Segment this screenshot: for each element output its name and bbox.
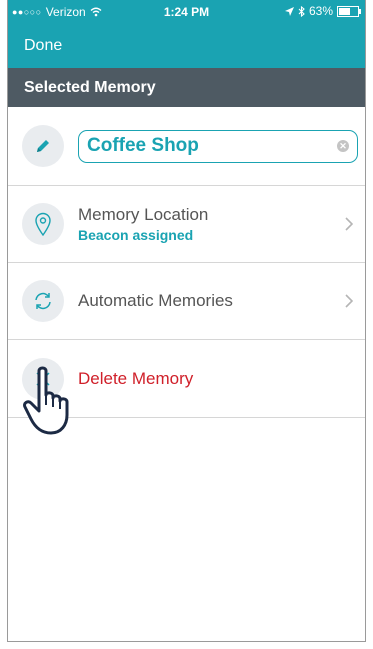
- memory-location-title: Memory Location: [78, 205, 209, 224]
- pencil-icon-circle: [22, 125, 64, 167]
- tap-hand-icon: [23, 366, 69, 435]
- battery-percent: 63%: [308, 4, 333, 18]
- section-header: Selected Memory: [8, 68, 365, 107]
- app-screen: ●●○○○ Verizon 1:24 PM 63% Done Selected …: [7, 0, 366, 642]
- pencil-icon: [37, 140, 49, 152]
- nav-bar: Done: [8, 26, 365, 68]
- memory-name-value: Coffee Shop: [87, 135, 199, 156]
- chevron-right-icon: [345, 217, 353, 231]
- section-title: Selected Memory: [24, 78, 156, 96]
- delete-memory-text: Delete Memory: [78, 369, 193, 389]
- refresh-icon: [35, 292, 51, 310]
- location-arrow-icon: [284, 6, 294, 16]
- chevron-right-icon: [345, 294, 353, 308]
- location-icon-circle: [22, 203, 64, 245]
- status-bar: ●●○○○ Verizon 1:24 PM 63%: [8, 0, 365, 26]
- status-right: 63%: [284, 4, 361, 18]
- map-pin-icon: [35, 212, 51, 236]
- memory-location-subtitle: Beacon assigned: [78, 227, 194, 243]
- automatic-memories-title: Automatic Memories: [78, 291, 233, 310]
- memory-name-input[interactable]: Coffee Shop ✕: [78, 129, 358, 163]
- automatic-memories-text: Automatic Memories: [78, 291, 233, 311]
- memory-name-row: Coffee Shop ✕: [8, 107, 365, 186]
- memory-location-row[interactable]: Memory Location Beacon assigned: [8, 186, 365, 263]
- battery-icon: [337, 5, 361, 17]
- refresh-icon-circle: [22, 280, 64, 322]
- memory-location-text: Memory Location Beacon assigned: [78, 205, 208, 243]
- automatic-memories-row[interactable]: Automatic Memories: [8, 263, 365, 340]
- delete-memory-label: Delete Memory: [78, 368, 194, 388]
- done-button[interactable]: Done: [24, 37, 62, 55]
- bluetooth-icon: [298, 5, 305, 17]
- clear-text-icon[interactable]: ✕: [337, 139, 349, 152]
